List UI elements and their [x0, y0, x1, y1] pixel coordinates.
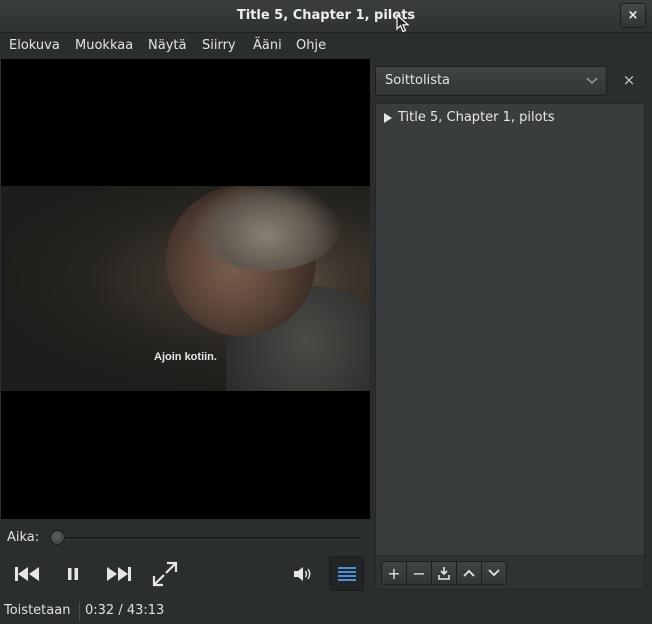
pause-button[interactable]: [56, 558, 90, 590]
volume-icon: [294, 567, 311, 581]
menu-siirry[interactable]: Siirry: [202, 38, 236, 53]
sidebar-close-button[interactable]: ×: [620, 70, 638, 90]
seek-label: Aika:: [7, 530, 40, 545]
playlist-add-button[interactable]: +: [381, 561, 407, 585]
playlist-toolbar: + −: [376, 555, 644, 589]
chevron-down-icon: [586, 77, 598, 85]
playlist-remove-button[interactable]: −: [406, 561, 432, 585]
mouse-cursor-icon: [396, 14, 410, 33]
window-title: Title 5, Chapter 1, pilots: [236, 8, 416, 23]
video-subtitle: Ajoin kotiin.: [154, 351, 217, 363]
status-state: Toistetaan: [4, 603, 71, 618]
video-area[interactable]: Ajoin kotiin.: [1, 59, 370, 519]
menu-muokkaa[interactable]: Muokkaa: [75, 38, 133, 53]
playlist-save-button[interactable]: [431, 561, 457, 585]
playlist-toggle-button[interactable]: [329, 556, 364, 591]
next-icon: [107, 567, 131, 581]
playlist-move-down-button[interactable]: [481, 561, 507, 585]
seek-slider-handle[interactable]: [50, 530, 65, 545]
chevron-down-icon: [488, 569, 500, 577]
fullscreen-button[interactable]: [148, 558, 182, 590]
playlist-item[interactable]: Title 5, Chapter 1, pilots: [376, 104, 644, 132]
playback-controls: [0, 556, 370, 592]
menu-bar: Elokuva Muokkaa Näytä Siirry Ääni Ohje: [0, 33, 652, 59]
window-close-button[interactable]: ×: [620, 3, 646, 28]
previous-icon: [15, 567, 39, 581]
chevron-up-icon: [463, 569, 475, 577]
status-time: 0:32 / 43:13: [85, 603, 165, 618]
playlist-item-title: Title 5, Chapter 1, pilots: [398, 110, 555, 125]
sidebar: Soittolista × Title 5, Chapter 1, pilots…: [370, 59, 652, 599]
sidebar-selector[interactable]: Soittolista: [375, 66, 607, 96]
fullscreen-icon: [152, 561, 178, 587]
video-figure-hair: [191, 186, 341, 271]
seek-row: Aika:: [0, 527, 370, 549]
now-playing-icon: [384, 113, 392, 123]
status-bar: Toistetaan 0:32 / 43:13: [0, 599, 652, 624]
pause-icon: [68, 568, 78, 580]
menu-ohje[interactable]: Ohje: [296, 38, 326, 53]
menu-nayta[interactable]: Näytä: [148, 38, 186, 53]
previous-button[interactable]: [10, 558, 44, 590]
status-separator: [79, 602, 80, 621]
playlist-move-up-button[interactable]: [456, 561, 482, 585]
menu-aani[interactable]: Ääni: [253, 38, 282, 53]
menu-elokuva[interactable]: Elokuva: [9, 38, 60, 53]
playlist-panel: Title 5, Chapter 1, pilots + −: [375, 103, 645, 590]
next-button[interactable]: [102, 558, 136, 590]
sidebar-selector-value: Soittolista: [385, 73, 451, 88]
save-icon: [438, 567, 450, 580]
volume-button[interactable]: [286, 558, 320, 590]
title-bar: Title 5, Chapter 1, pilots ×: [0, 0, 652, 33]
seek-slider[interactable]: [53, 537, 361, 540]
playlist-toggle-icon: [337, 566, 356, 581]
